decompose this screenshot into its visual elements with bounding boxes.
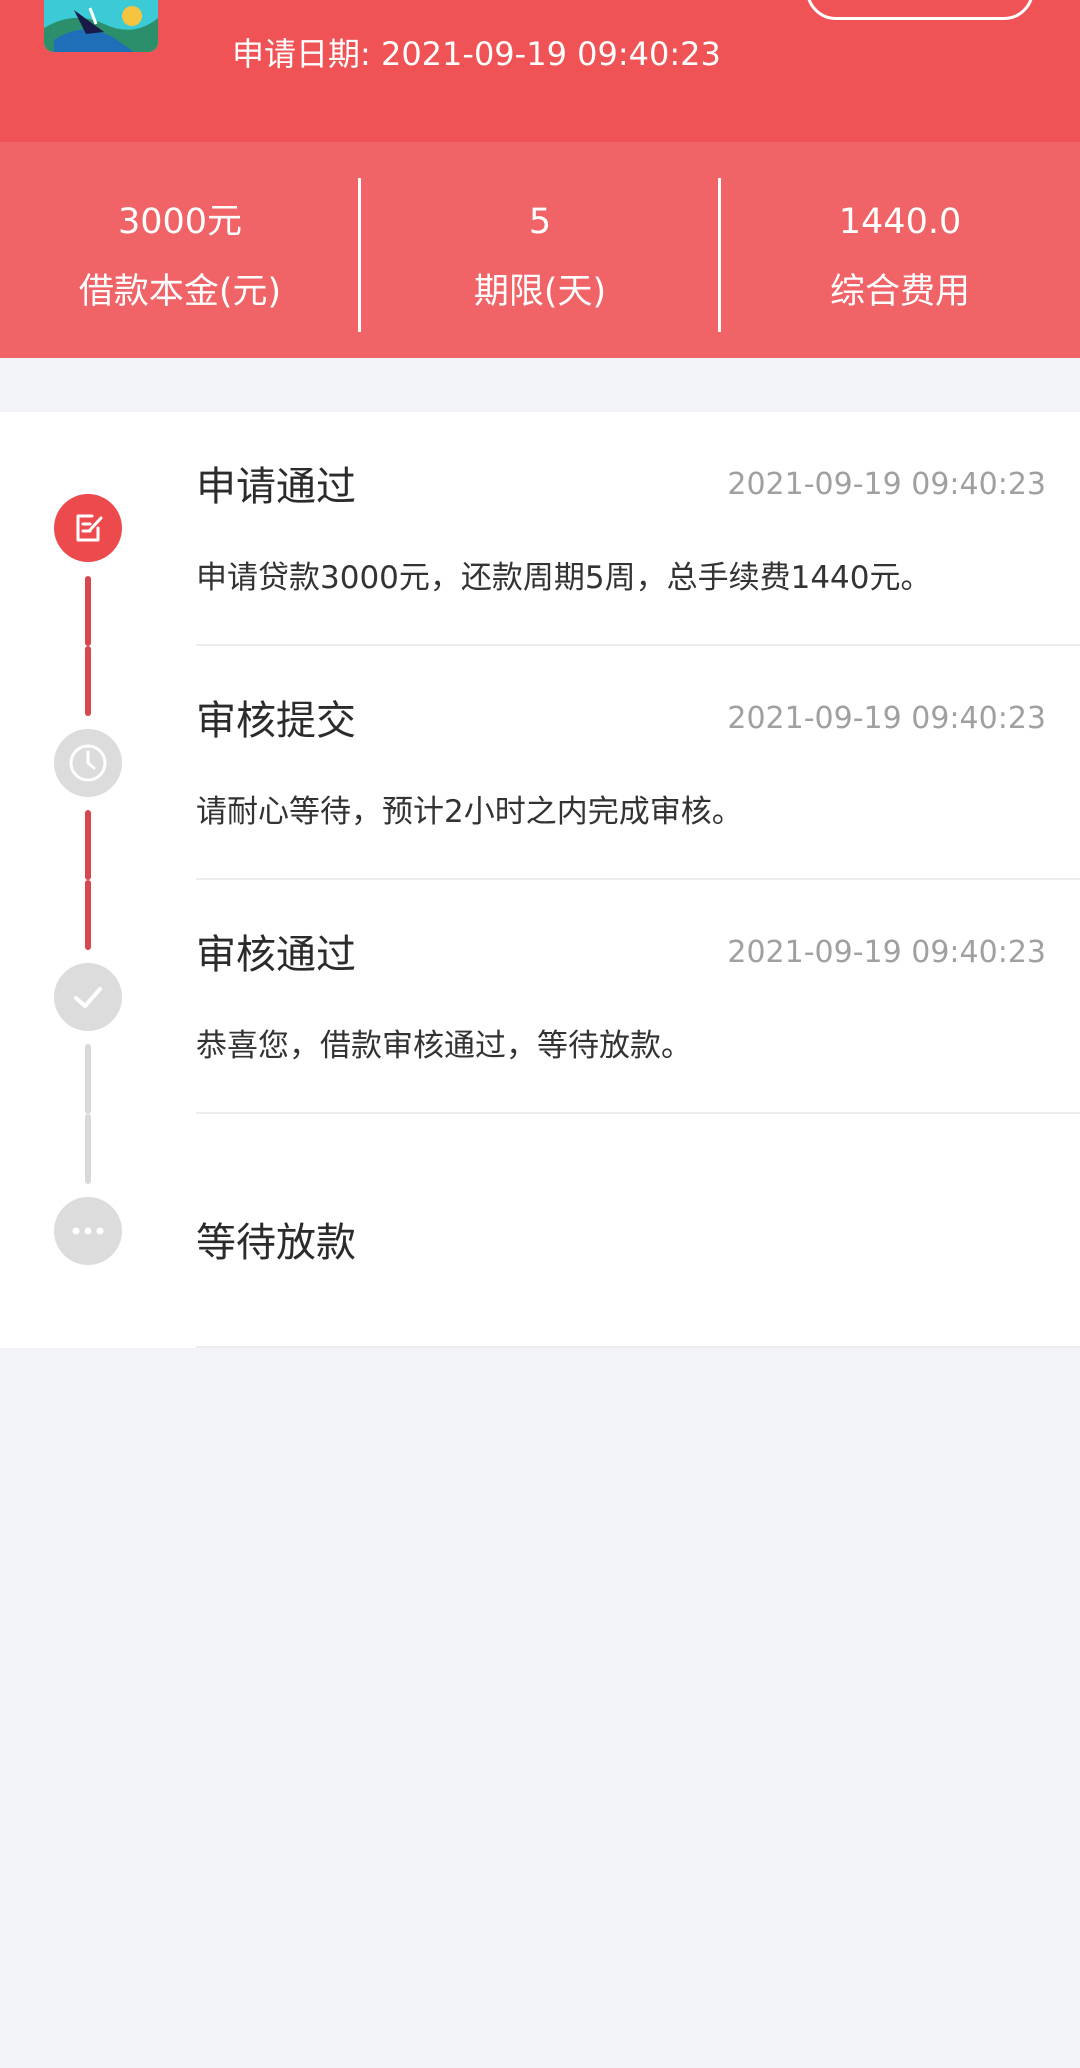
step-description: 请耐心等待，预计2小时之内完成审核。 — [196, 794, 743, 830]
principal-label: 借款本金(元) — [78, 272, 282, 312]
more-icon — [54, 1197, 122, 1265]
fee-value: 1440.0 — [838, 202, 962, 242]
timeline-connector — [85, 810, 91, 880]
timeline-connector — [85, 1044, 91, 1114]
term-value: 5 — [528, 202, 552, 242]
loan-summary: 3000元 借款本金(元) 5 期限(天) 1440.0 综合费用 — [0, 142, 1080, 358]
principal-value: 3000元 — [117, 202, 243, 242]
timeline-connector — [85, 576, 91, 646]
check-icon — [54, 963, 122, 1031]
step-title: 申请通过 — [196, 464, 356, 510]
fee-label: 综合费用 — [829, 272, 970, 312]
progress-timeline: 申请通过 2021-09-19 09:40:23 申请贷款3000元，还款周期5… — [0, 412, 1080, 1348]
edit-icon — [54, 494, 122, 562]
principal-stat: 3000元 借款本金(元) — [0, 142, 360, 358]
term-stat: 5 期限(天) — [360, 142, 720, 358]
term-label: 期限(天) — [473, 272, 607, 312]
step-time: 2021-09-19 09:40:23 — [727, 701, 1046, 736]
header-action-button[interactable] — [806, 0, 1034, 20]
timeline-step: 审核提交 2021-09-19 09:40:23 请耐心等待，预计2小时之内完成… — [0, 646, 1080, 880]
timeline-step: 申请通过 2021-09-19 09:40:23 申请贷款3000元，还款周期5… — [0, 412, 1080, 646]
step-time: 2021-09-19 09:40:23 — [727, 467, 1046, 502]
timeline-step: 审核通过 2021-09-19 09:40:23 恭喜您，借款审核通过，等待放款… — [0, 880, 1080, 1114]
step-title: 等待放款 — [196, 1220, 356, 1266]
fee-stat: 1440.0 综合费用 — [720, 142, 1080, 358]
apply-date: 申请日期: 2021-09-19 09:40:23 — [232, 35, 721, 73]
clock-icon — [54, 729, 122, 797]
step-description: 申请贷款3000元，还款周期5周，总手续费1440元。 — [196, 560, 932, 596]
timeline-step: 等待放款 — [0, 1114, 1080, 1348]
loan-header: 申请日期: 2021-09-19 09:40:23 — [0, 0, 1080, 142]
app-logo — [44, 0, 158, 52]
divider — [196, 1346, 1080, 1348]
step-time: 2021-09-19 09:40:23 — [727, 935, 1046, 970]
step-description: 恭喜您，借款审核通过，等待放款。 — [196, 1028, 692, 1064]
step-title: 审核通过 — [196, 932, 356, 978]
step-title: 审核提交 — [196, 698, 356, 744]
